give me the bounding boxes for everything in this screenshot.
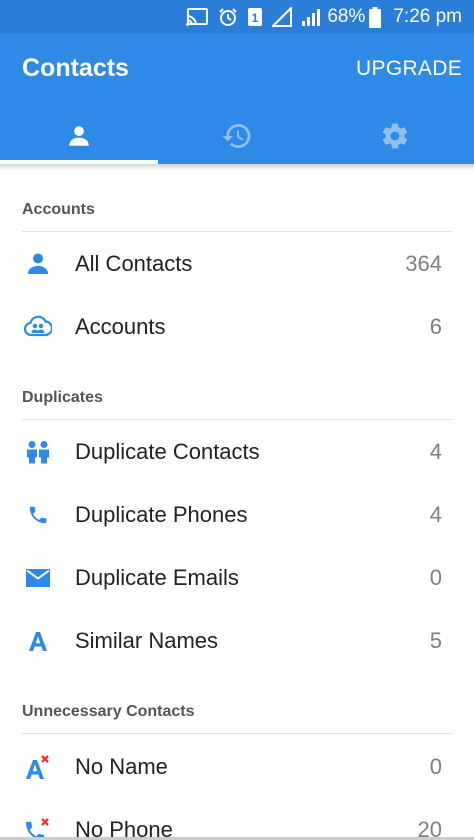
battery-icon <box>369 6 382 28</box>
list-item-no-name[interactable]: No Name 0 <box>0 736 474 798</box>
signal-icon <box>301 6 321 28</box>
letter-a-x-icon <box>24 753 52 781</box>
email-icon <box>24 564 52 592</box>
divider <box>22 733 452 734</box>
letter-a-icon <box>24 627 52 655</box>
list-item-duplicate-contacts[interactable]: Duplicate Contacts 4 <box>0 421 474 483</box>
list-item-duplicate-emails[interactable]: Duplicate Emails 0 <box>0 547 474 609</box>
list-item-label: Accounts <box>75 314 166 339</box>
list-item-label: Duplicate Phones <box>75 502 248 527</box>
svg-text:1: 1 <box>252 11 259 25</box>
list-item-label: Similar Names <box>75 628 219 653</box>
list-item-count: 5 <box>429 628 442 653</box>
appbar-shadow <box>0 164 474 170</box>
app-bar: Contacts UPGRADE <box>0 34 474 164</box>
list-item-count: 6 <box>429 314 442 339</box>
cloud-people-icon <box>24 313 52 341</box>
tab-history[interactable] <box>158 112 316 164</box>
tab-contacts[interactable] <box>0 112 158 164</box>
section-header-duplicates: Duplicates <box>22 389 103 406</box>
divider <box>22 419 452 420</box>
upgrade-button[interactable]: UPGRADE <box>356 57 462 81</box>
list-item-label: No Name <box>75 754 168 779</box>
person-icon <box>66 123 92 154</box>
list-item-label: All Contacts <box>75 251 193 276</box>
tab-bar <box>0 112 474 164</box>
battery-percent: 68% <box>327 6 366 27</box>
gear-icon <box>380 121 410 156</box>
alarm-icon <box>218 6 238 28</box>
list-item-count: 4 <box>429 439 442 464</box>
list-item-accounts[interactable]: Accounts 6 <box>0 296 474 358</box>
people-icon <box>24 438 52 466</box>
status-time: 7:26 pm <box>393 6 462 27</box>
tab-settings[interactable] <box>316 112 474 164</box>
app-frame: 1 68% 7:26 pm Contacts UPGRADE Accounts … <box>0 0 474 840</box>
list-item-no-phone[interactable]: No Phone 20 <box>0 799 474 840</box>
phone-icon <box>24 501 52 529</box>
list-item-count: 364 <box>405 251 442 276</box>
status-bar: 1 68% 7:26 pm <box>0 0 474 34</box>
history-icon <box>221 120 253 157</box>
cast-icon <box>185 6 209 28</box>
list-item-count: 0 <box>429 754 442 779</box>
list-item-label: Duplicate Emails <box>75 565 239 590</box>
list-item-duplicate-phones[interactable]: Duplicate Phones 4 <box>0 484 474 546</box>
list-item-all-contacts[interactable]: All Contacts 364 <box>0 233 474 295</box>
list-item-similar-names[interactable]: Similar Names 5 <box>0 610 474 672</box>
no-sim-signal-icon <box>272 6 293 28</box>
list-item-count: 0 <box>429 565 442 590</box>
person-icon <box>24 250 52 278</box>
divider <box>22 231 452 232</box>
sim-icon: 1 <box>247 6 263 28</box>
section-header-unnecessary: Unnecessary Contacts <box>22 703 195 720</box>
list-item-count: 4 <box>429 502 442 527</box>
page-title: Contacts <box>22 54 129 82</box>
list-item-label: Duplicate Contacts <box>75 439 260 464</box>
section-header-accounts: Accounts <box>22 201 95 218</box>
